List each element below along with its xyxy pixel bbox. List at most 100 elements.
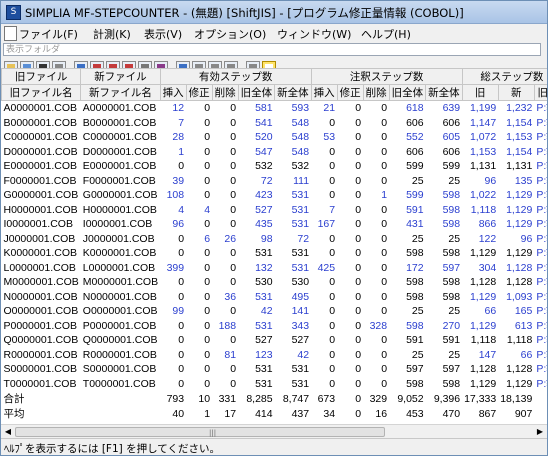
menu-view[interactable]: 表示(V) <box>144 26 182 42</box>
menu-options[interactable]: オプション(O) <box>194 26 266 42</box>
column-header[interactable]: 旧全体 <box>237 84 276 101</box>
table-cell: 0 <box>381 261 388 274</box>
table-cell: 0 <box>355 247 362 260</box>
table-cell: 28 <box>172 131 185 144</box>
table-row[interactable]: F0000001.COB F0000001.COB 39 0 0 72 111 0 0 0 25 25… <box>2 174 548 189</box>
step-count-grid[interactable]: 旧ファイル 新ファイル 有効ステップ数 注釈ステップ数 総ステップ数 旧ファイル… <box>1 68 547 426</box>
table-row[interactable]: I0000001.COB I0000001.COB 96 0 0 435 531 167 0 0 4… <box>2 217 548 232</box>
table-cell: 0 <box>355 174 362 187</box>
table-cell: 4 <box>204 203 211 216</box>
column-header[interactable]: 新ファイル名 <box>80 84 161 101</box>
table-cell: D0000001.COB <box>82 145 157 158</box>
summary-row[interactable]: 合計 793 10 331 8,285 8,747 673 0 329 9,052 9,396 17,… <box>2 391 548 406</box>
menu-help[interactable]: ヘルプ(H) <box>361 26 411 42</box>
table-cell: 1,129 <box>506 377 533 390</box>
table-cell: 0 <box>204 377 211 390</box>
path-input[interactable]: 表示フォルダ <box>3 43 541 56</box>
column-header[interactable]: 旧ファイル名 <box>1 84 82 101</box>
table-row[interactable]: D0000001.COB D0000001.COB 1 0 0 547 548 0 0 0 606 6… <box>2 145 548 160</box>
table-cell: 0 <box>329 334 336 347</box>
column-header[interactable]: 修正 <box>336 84 364 101</box>
column-header[interactable]: 削除 <box>362 84 390 101</box>
table-row[interactable]: J0000001.COB J0000001.COB 0 6 26 98 72 0 0 0 25 25 1… <box>2 232 548 247</box>
table-row[interactable]: P0000001.COB P0000001.COB 0 0 188 531 343 0 0 328… <box>2 319 548 334</box>
column-header[interactable]: 旧パ <box>533 84 547 101</box>
table-row[interactable]: L0000001.COB L0000001.COB 399 0 0 132 531 425 0 0… <box>2 261 548 276</box>
table-row[interactable]: S0000001.COB S0000001.COB 0 0 0 531 531 0 0 0 597 5… <box>2 362 548 377</box>
table-cell: C0000001.COB <box>82 131 157 144</box>
table-cell: 1,153 <box>506 131 533 144</box>
column-header[interactable]: 新 <box>497 84 535 101</box>
summary-cell <box>534 391 547 406</box>
table-cell: 25 <box>411 305 424 318</box>
table-cell: 531 <box>291 189 310 202</box>
scroll-left-icon[interactable]: ◀ <box>2 426 14 438</box>
table-cell: 591 <box>442 334 461 347</box>
menu-window[interactable]: ウィンドウ(W) <box>277 26 351 42</box>
table-cell: 0 <box>204 174 211 187</box>
column-header[interactable]: 新全体 <box>425 84 463 101</box>
table-row[interactable]: T0000001.COB T0000001.COB 0 0 0 531 531 0 0 0 598 5… <box>2 377 548 392</box>
table-cell: 1,199 <box>469 102 497 115</box>
summary-cell: 18,139 <box>500 392 533 405</box>
table-cell: 0 <box>381 348 388 361</box>
table-cell: 1,118 <box>470 203 497 216</box>
table-cell: 12 <box>172 102 185 115</box>
title-bar[interactable]: S SIMPLIA MF-STEPCOUNTER - (無題) [ShiftJI… <box>1 1 547 24</box>
table-cell: 1,129 <box>506 203 533 216</box>
column-header[interactable]: 新全体 <box>274 84 312 101</box>
column-header[interactable]: 挿入 <box>159 84 187 101</box>
table-cell: 0 <box>204 116 211 129</box>
table-cell: 541 <box>255 116 273 129</box>
column-header[interactable]: 旧 <box>461 84 499 101</box>
table-row[interactable]: N0000001.COB N0000001.COB 0 0 36 531 495 0 0 0 598… <box>2 290 548 305</box>
table-cell: 0 <box>329 247 336 260</box>
horizontal-scrollbar[interactable]: ◀ ||| ▶ <box>1 424 547 439</box>
table-cell: I0000001.COB <box>82 218 153 231</box>
table-cell: 0 <box>178 377 185 390</box>
summary-row[interactable]: 平均 40 1 17 414 437 34 0 16 453 470 867 907 <box>2 406 548 421</box>
table-cell: G0000001.COB <box>3 189 79 202</box>
table-cell: 25 <box>411 348 424 361</box>
menu-file[interactable]: ファイル(F) <box>19 26 78 42</box>
summary-cell <box>81 391 160 406</box>
table-cell: 1,022 <box>469 189 497 202</box>
table-cell: 0 <box>355 305 362 318</box>
table-row[interactable]: R0000001.COB R0000001.COB 0 0 81 123 42 0 0 0 25 25… <box>2 348 548 363</box>
table-cell: 0 <box>230 377 237 390</box>
table-row[interactable]: Q0000001.COB Q0000001.COB 0 0 0 527 527 0 0 0 591 5… <box>2 333 548 348</box>
table-row[interactable]: E0000001.COB E0000001.COB 0 0 0 532 532 0 0 0 599 5… <box>2 159 548 174</box>
table-row[interactable]: M0000001.COB M0000001.COB 0 0 0 530 530 0 0 0 598 5… <box>2 275 548 290</box>
column-header[interactable]: 挿入 <box>310 84 338 101</box>
table-cell: 0 <box>381 203 388 216</box>
table-cell: 1,129 <box>469 377 497 390</box>
table-row[interactable]: H0000001.COB H0000001.COB 4 4 0 527 531 7 0 0 591 5… <box>2 203 548 218</box>
table-cell: P:¥H <box>536 218 547 231</box>
table-cell: P:¥H <box>536 247 547 260</box>
column-header[interactable]: 修正 <box>185 84 213 101</box>
menu-measure[interactable]: 計測(K) <box>93 26 131 42</box>
table-cell: 0 <box>178 247 185 260</box>
table-cell: 0 <box>204 247 211 260</box>
table-row[interactable]: G0000001.COB G0000001.COB 108 0 0 423 531 0 0 1 59… <box>2 188 548 203</box>
column-header[interactable]: 削除 <box>211 84 239 101</box>
table-cell: 0 <box>230 189 237 202</box>
table-cell: 0 <box>204 102 211 115</box>
table-row[interactable]: O0000001.COB O0000001.COB 99 0 0 42 141 0 0 0 25 25… <box>2 304 548 319</box>
table-cell: 0 <box>329 160 336 173</box>
table-cell: 0 <box>329 276 336 289</box>
table-row[interactable]: A0000001.COB A0000001.COB 12 0 0 581 593 21 0 0 61… <box>2 101 548 116</box>
table-cell: T0000001.COB <box>3 377 77 390</box>
summary-cell: 0 <box>355 407 362 420</box>
table-cell: 0 <box>204 131 211 144</box>
table-row[interactable]: B0000001.COB B0000001.COB 7 0 0 541 548 0 0 0 606 6… <box>2 116 548 131</box>
column-header[interactable]: 旧全体 <box>388 84 427 101</box>
table-row[interactable]: C0000001.COB C0000001.COB 28 0 0 520 548 53 0 0 55… <box>2 130 548 145</box>
table-cell: P:¥H <box>536 145 547 158</box>
table-cell: A0000001.COB <box>82 102 157 115</box>
table-cell: 304 <box>478 261 497 274</box>
document-icon[interactable] <box>4 26 17 41</box>
scroll-right-icon[interactable]: ▶ <box>534 426 546 438</box>
table-row[interactable]: K0000001.COB K0000001.COB 0 0 0 531 531 0 0 0 598 5… <box>2 246 548 261</box>
scroll-thumb[interactable]: ||| <box>15 427 385 437</box>
